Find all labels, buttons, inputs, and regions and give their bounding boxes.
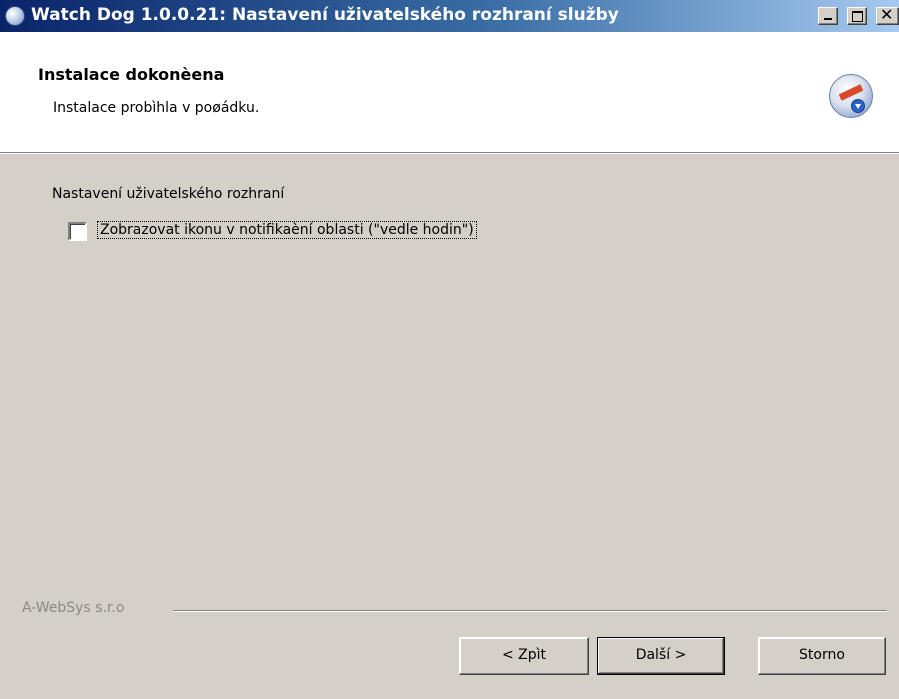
next-button[interactable]: Další > xyxy=(597,637,725,675)
header-divider xyxy=(0,152,899,154)
maximize-icon xyxy=(852,11,863,22)
title-bar[interactable]: Watch Dog 1.0.0.21: Nastavení uživatelsk… xyxy=(0,0,899,32)
close-button[interactable]: ✕ xyxy=(876,5,899,25)
tray-icon-checkbox[interactable] xyxy=(68,222,87,241)
close-icon: ✕ xyxy=(880,5,894,24)
back-button[interactable]: < Zpìt xyxy=(459,637,589,675)
ui-settings-label: Nastavení uživatelského rozhraní xyxy=(52,186,285,202)
header-title: Instalace dokonèena xyxy=(38,65,225,84)
wizard-header xyxy=(0,32,899,152)
minimize-icon xyxy=(824,18,832,20)
maximize-button[interactable] xyxy=(847,7,867,25)
download-arrow-icon xyxy=(851,99,865,113)
window-title: Watch Dog 1.0.0.21: Nastavení uživatelsk… xyxy=(31,5,619,25)
tray-icon-checkbox-label[interactable]: Zobrazovat ikonu v notifikaèní oblasti (… xyxy=(97,221,477,239)
header-subtitle: Instalace probìhla v poøádku. xyxy=(53,100,260,116)
footer-divider xyxy=(173,610,887,612)
minimize-button[interactable] xyxy=(818,7,838,25)
installer-icon xyxy=(829,74,873,118)
cancel-button[interactable]: Storno xyxy=(758,637,886,675)
brand-label: A-WebSys s.r.o xyxy=(22,600,125,616)
app-icon xyxy=(5,6,25,26)
